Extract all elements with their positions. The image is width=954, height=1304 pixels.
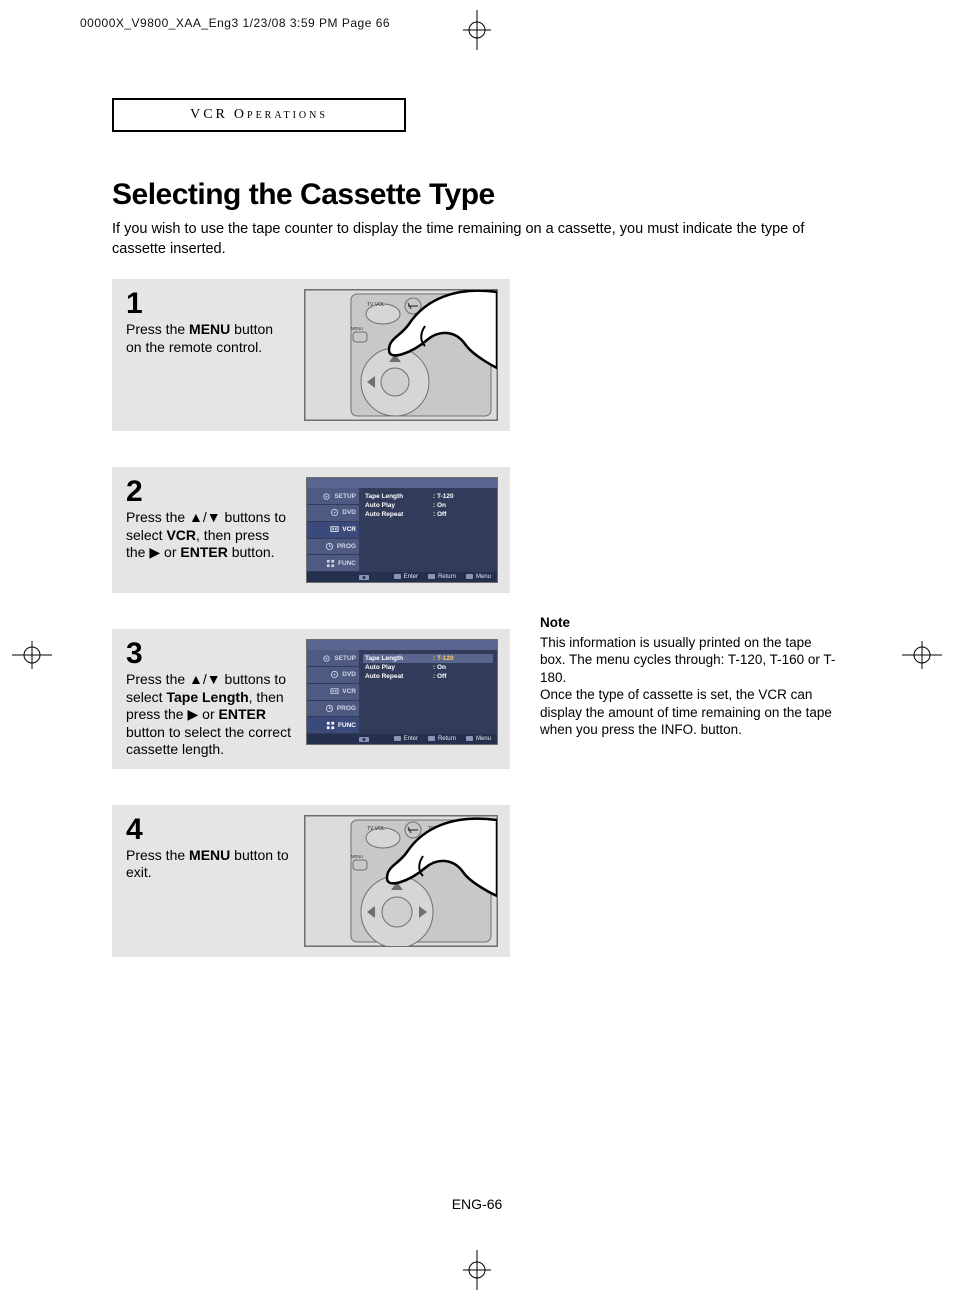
registration-mark-top: [457, 10, 497, 50]
step-2-text: 2 Press the ▲/▼ buttons to select VCR, t…: [126, 477, 292, 583]
s3-bold1: Tape Length: [166, 689, 248, 705]
menu3-bottom-enter: Enter: [394, 736, 418, 742]
menu-row-tape-length: Tape Length T-120: [365, 492, 491, 501]
cassette-icon: [330, 687, 339, 696]
cassette-icon: [330, 525, 339, 534]
s3-arrows: ▲/▼: [189, 671, 221, 687]
section-label-word: Operations: [234, 107, 328, 123]
page-title: Selecting the Cassette Type: [112, 178, 852, 212]
disc-icon: [330, 508, 339, 517]
s3-bold2: ENTER: [219, 706, 266, 722]
gear-icon: [322, 654, 331, 663]
menu3-tab-vcr: VCR: [307, 684, 359, 701]
menu-tab-dvd: DVD: [307, 505, 359, 522]
press-header: 00000X_V9800_XAA_Eng3 1/23/08 3:59 PM Pa…: [80, 16, 390, 30]
clock-icon: [325, 704, 334, 713]
remote-tvvol-label: TV VOL: [367, 302, 385, 308]
menu-tab-vcr: VCR: [307, 522, 359, 539]
menu3-tab-dvd: DVD: [307, 667, 359, 684]
step-3-card: 3 Press the ▲/▼ buttons to select Tape L…: [112, 629, 510, 769]
s2-a: Press the: [126, 509, 189, 525]
menu3-tab-prog: PROG: [307, 701, 359, 718]
s4-pre: Press the: [126, 847, 189, 863]
remote4-tvvol-label: TV VOL: [367, 826, 385, 832]
step-1-number: 1: [126, 289, 290, 319]
menu3-row-tape-length: Tape Length T-120: [363, 654, 493, 663]
s2-e: button.: [228, 544, 275, 560]
step-3-number: 3: [126, 639, 292, 669]
step-3-text: 3 Press the ▲/▼ buttons to select Tape L…: [126, 639, 292, 759]
menu-bottom-return: Return: [428, 574, 456, 580]
step-2-number: 2: [126, 477, 292, 507]
step-1-bold: MENU: [189, 321, 230, 337]
step-1-text: 1 Press the MENU button on the remote co…: [126, 289, 290, 421]
step-1-card: 1 Press the MENU button on the remote co…: [112, 279, 510, 431]
section-label: VCR Operations: [112, 98, 406, 132]
step-4-text: 4 Press the MENU button to exit.: [126, 815, 290, 947]
s2-bold2: ENTER: [180, 544, 227, 560]
menu-bottom-enter: Enter: [394, 574, 418, 580]
note-p1: This information is usually printed on t…: [540, 634, 840, 687]
gear-icon: [322, 492, 331, 501]
note-p2: Once the type of cassette is set, the VC…: [540, 686, 840, 739]
camera-icon: [359, 574, 369, 581]
remote4-menu-label: MENU: [351, 854, 363, 859]
registration-mark-right: [902, 635, 942, 675]
camera-icon: [359, 736, 369, 743]
s2-bold1: VCR: [166, 527, 196, 543]
step-4-illustration: TV VOL TRK/TV CH AUDIO MENU: [304, 815, 498, 947]
step-1-illustration: TV VOL TRK/TV CH MENU: [304, 289, 498, 421]
menu-tab-prog: PROG: [307, 539, 359, 556]
step-4-number: 4: [126, 815, 290, 845]
menu-tab-setup: SETUP: [307, 488, 359, 505]
remote-menu-label: MENU: [351, 326, 363, 331]
menu-bottom-menu: Menu: [466, 574, 491, 580]
s2-d: or: [160, 544, 180, 560]
page-number: ENG-66: [0, 1196, 954, 1212]
s2-play: ▶: [149, 544, 160, 560]
intro-paragraph: If you wish to use the tape counter to d…: [112, 220, 842, 259]
section-label-prefix: VCR: [190, 107, 228, 123]
note-heading: Note: [540, 614, 840, 632]
menu3-bottom-return: Return: [428, 736, 456, 742]
menu3-bottom-menu: Menu: [466, 736, 491, 742]
menu-row-auto-play: Auto Play On: [365, 501, 491, 510]
step-2-osd-menu: SETUP DVD VCR PROG FUNC Tape Length T-12…: [306, 477, 498, 583]
menu-tab-func: FUNC: [307, 555, 359, 572]
grid-icon: [326, 559, 335, 568]
menu-row-auto-repeat: Auto Repeat Off: [365, 510, 491, 519]
note-block: Note This information is usually printed…: [540, 614, 840, 739]
registration-mark-left: [12, 635, 52, 675]
s2-arrows: ▲/▼: [189, 509, 221, 525]
disc-icon: [330, 670, 339, 679]
registration-mark-bottom: [457, 1250, 497, 1290]
step-4-card: 4 Press the MENU button to exit. TV VOL …: [112, 805, 510, 957]
s3-a: Press the: [126, 671, 189, 687]
s3-d: or: [198, 706, 218, 722]
grid-icon: [326, 721, 335, 730]
s3-play: ▶: [187, 706, 198, 722]
menu3-row-auto-repeat: Auto Repeat Off: [365, 672, 491, 681]
step-3-osd-menu: SETUP DVD VCR PROG FUNC Tape Length T-12…: [306, 639, 498, 745]
menu3-row-auto-play: Auto Play On: [365, 663, 491, 672]
s4-bold: MENU: [189, 847, 230, 863]
s3-e: button to select the correct cassette le…: [126, 724, 291, 758]
clock-icon: [325, 542, 334, 551]
menu3-tab-setup: SETUP: [307, 650, 359, 667]
step-2-card: 2 Press the ▲/▼ buttons to select VCR, t…: [112, 467, 510, 593]
menu3-tab-func: FUNC: [307, 717, 359, 734]
step-1-pre: Press the: [126, 321, 189, 337]
